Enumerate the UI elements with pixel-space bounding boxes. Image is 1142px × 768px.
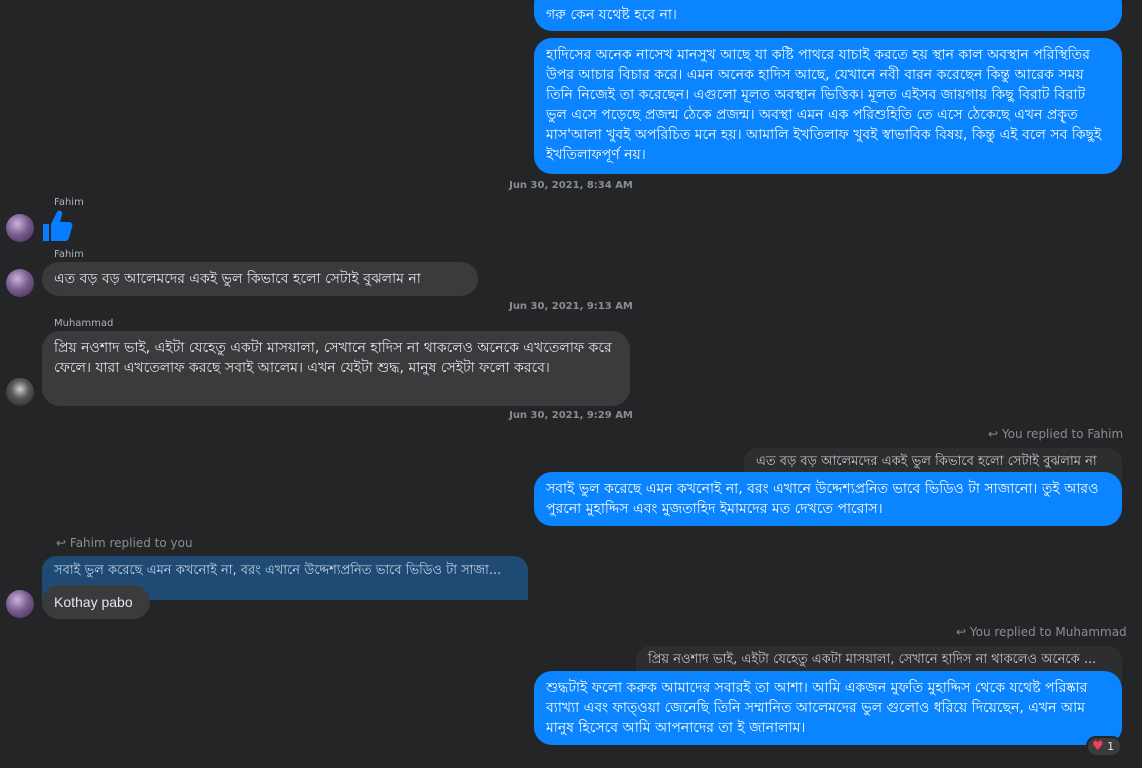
sender-name: Fahim [54,197,84,208]
heart-icon: ♥ [1092,739,1104,754]
reply-note-text: You replied to Muhammad [969,625,1127,639]
reply-note-text: Fahim replied to you [69,536,193,550]
message-text: প্রিয় নওশাদ ভাই, এইটা যেহেতু একটা মাসয়… [54,340,612,376]
sender-name: Fahim [54,249,84,260]
reply-indicator: ↩ Fahim replied to you [56,536,193,550]
timestamp: Jun 30, 2021, 9:13 AM [509,301,633,312]
reaction-badge[interactable]: ♥ 1 [1086,736,1123,757]
message-text: হাদিসের অনেক নাসেখ মানসুখ আছে যা কষ্টি প… [546,47,1102,163]
message-text: গরু কেন যথেষ্ট হবে না। [546,7,677,23]
message-text: এত বড় বড় আলেমদের একই ভুল কিভাবে হলো সে… [54,271,421,287]
outgoing-message[interactable]: হাদিসের অনেক নাসেখ মানসুখ আছে যা কষ্টি প… [534,38,1122,174]
timestamp: Jun 30, 2021, 9:29 AM [509,410,633,421]
message-text: Kothay pabo [54,594,133,610]
incoming-message[interactable]: এত বড় বড় আলেমদের একই ভুল কিভাবে হলো সে… [42,262,478,296]
incoming-message[interactable]: Kothay pabo [42,585,150,619]
message-text: সবাই ভুল করেছে এমন কখনোই না, বরং এখানে উ… [546,481,1099,517]
avatar[interactable] [6,214,34,242]
incoming-message[interactable]: প্রিয় নওশাদ ভাই, এইটা যেহেতু একটা মাসয়… [42,331,630,406]
reply-note-text: You replied to Fahim [1001,427,1124,441]
reply-arrow-icon: ↩ [56,536,67,550]
reply-indicator: ↩ You replied to Muhammad [956,625,1127,639]
outgoing-message[interactable]: শুদ্ধটাই ফলো করুক আমাদের সবারই তা আশা। আ… [534,671,1122,745]
outgoing-message[interactable]: গরু কেন যথেষ্ট হবে না। [534,0,1122,31]
timestamp: Jun 30, 2021, 8:34 AM [509,180,633,191]
reply-arrow-icon: ↩ [956,625,967,639]
outgoing-message[interactable]: সবাই ভুল করেছে এমন কখনোই না, বরং এখানে উ… [534,472,1122,526]
avatar[interactable] [6,378,34,406]
reaction-count: 1 [1107,740,1115,753]
message-text: শুদ্ধটাই ফলো করুক আমাদের সবারই তা আশা। আ… [546,680,1088,736]
avatar[interactable] [6,269,34,297]
thumbs-up-icon[interactable] [40,209,76,243]
sender-name: Muhammad [54,318,114,329]
quoted-text: এত বড় বড় আলেমদের একই ভুল কিভাবে হলো সে… [756,454,1097,469]
avatar[interactable] [6,590,34,618]
reply-arrow-icon: ↩ [988,427,999,441]
quoted-text: প্রিয় নওশাদ ভাই, এইটা যেহেতু একটা মাসয়… [648,652,1097,667]
quoted-text: সবাই ভুল করেছে এমন কখনোই না, বরং এখানে উ… [54,563,502,578]
reply-indicator: ↩ You replied to Fahim [988,427,1123,441]
